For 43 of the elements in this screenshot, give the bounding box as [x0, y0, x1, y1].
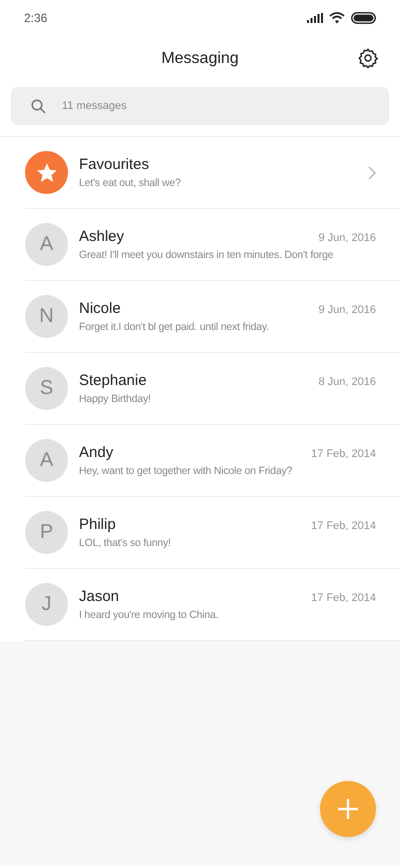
avatar-initial: N	[25, 295, 68, 338]
message-date: 17 Feb, 2014	[311, 448, 376, 460]
message-preview: Happy Birthday!	[79, 393, 152, 405]
signal-icon	[307, 13, 323, 23]
contact-name: Nicole	[79, 300, 121, 317]
conversation-row[interactable]: N Nicole 9 Jun, 2016 Forget it.I don't bl get paid. until next friday.	[25, 281, 400, 353]
battery-icon	[351, 12, 376, 24]
conversation-row[interactable]: A Andy 17 Feb, 2014 Hey, want to get together with Nicole on Friday?	[25, 425, 400, 497]
conversation-row[interactable]: A Ashley 9 Jun, 2016 Great! I'll meet you downstairs in ten minutes. Don't forge	[25, 209, 400, 281]
plus-icon	[337, 798, 359, 820]
status-time: 2:36	[24, 11, 48, 25]
message-date: 17 Feb, 2014	[311, 520, 376, 532]
avatar-initial: J	[25, 583, 68, 626]
message-date: 8 Jun, 2016	[318, 376, 376, 388]
conversation-row[interactable]: P Philip 17 Feb, 2014 LOL, that's so funny!	[25, 497, 400, 569]
screen-title: Messaging	[161, 50, 239, 68]
chevron-icon	[368, 166, 376, 180]
avatar-initial: A	[25, 439, 68, 482]
search-icon	[31, 99, 46, 114]
message-date: 17 Feb, 2014	[311, 592, 376, 604]
avatar-initial: P	[25, 511, 68, 554]
conversation-row[interactable]: S Stephanie 8 Jun, 2016 Happy Birthday!	[25, 353, 400, 425]
message-preview: I heard you're moving to China.	[79, 609, 220, 621]
wifi-icon	[329, 12, 345, 24]
contact-name: Ashley	[79, 228, 124, 245]
contact-name: Favourites	[79, 156, 150, 173]
message-preview: Let's eat out, shall we?	[79, 177, 182, 189]
message-preview: LOL, that's so funny!	[79, 537, 172, 549]
message-preview: Great! I'll meet you downstairs in ten minutes. Don't forge	[79, 249, 334, 261]
message-date: 9 Jun, 2016	[318, 304, 376, 316]
message-date: 9 Jun, 2016	[318, 232, 376, 244]
contact-name: Philip	[79, 516, 116, 533]
avatar-initial: S	[25, 367, 68, 410]
message-preview: Forget it.I don't bl get paid. until next friday.	[79, 321, 270, 333]
message-preview: Hey, want to get together with Nicole on Friday?	[79, 465, 294, 477]
conversation-row[interactable]: Favourites Let's eat out, shall we?	[25, 137, 400, 209]
search-field[interactable]: 11 messages	[11, 87, 389, 125]
conversation-row[interactable]: J Jason 17 Feb, 2014 I heard you're moving to China.	[25, 569, 400, 641]
contact-name: Andy	[79, 444, 114, 461]
contact-name: Stephanie	[79, 372, 147, 389]
settings-icon[interactable]	[358, 48, 378, 68]
avatar-initial: A	[25, 223, 68, 266]
contact-name: Jason	[79, 588, 120, 605]
